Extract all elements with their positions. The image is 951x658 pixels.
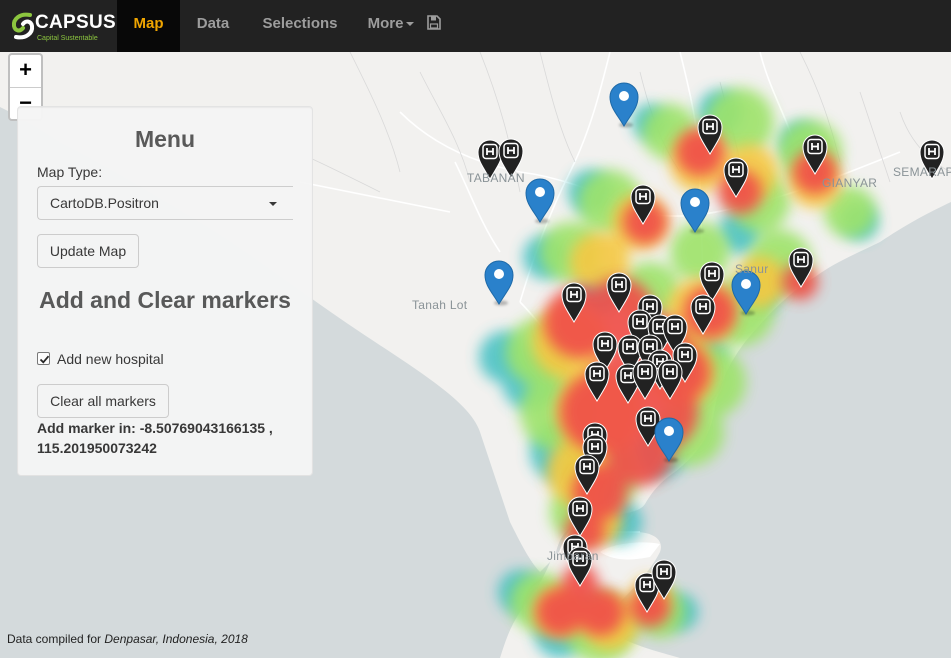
map-type-label: Map Type: [37,164,103,180]
checkmark-icon [39,355,50,364]
tab-data[interactable]: Data [184,0,242,52]
tab-selections[interactable]: Selections [251,0,349,52]
add-hospital-label: Add new hospital [57,351,164,367]
tab-map-label: Map [133,15,164,32]
tab-more-dropdown[interactable]: More [358,0,424,52]
map-label-jimbaran: Jimbaran [547,549,599,563]
map-label-tanah-lot: Tanah Lot [412,298,468,312]
tab-data-label: Data [196,15,230,32]
tab-selections-label: Selections [262,15,338,32]
brand-name: CAPSUS [35,12,116,33]
chevron-down-icon [406,22,415,27]
map-label-tabanan: TABANAN [467,171,525,185]
clear-all-markers-button[interactable]: Clear all markers [37,384,169,418]
add-hospital-checkbox[interactable] [37,352,50,365]
menu-title: Menu [134,126,196,152]
map-type-value: CartoDB.Positron [50,195,159,211]
map-label-sanur: Sanur [735,262,769,276]
heatmap-blob [576,588,624,636]
data-attribution: Data compiled for Denpasar, Indonesia, 2… [7,632,248,646]
floppy-disk-icon[interactable] [427,15,441,30]
capsus-logo[interactable]: CAPSUS Capital Sustentable [8,8,116,46]
brand-tagline: Capital Sustentable [37,35,98,42]
add-clear-markers-title: Add and Clear markers [39,287,291,313]
map-type-select[interactable]: CartoDB.Positron [37,186,293,220]
tab-map[interactable]: Map [117,0,180,52]
attribution-prefix: Data compiled for [7,632,105,646]
capsus-logo-mark-icon [11,12,35,40]
chevron-down-icon [269,202,277,206]
tab-more-label: More [367,15,404,32]
map-label-semarapura: SEMARAP [893,165,951,179]
add-marker-coordinates: Add marker in: -8.50769043166135 , 115.2… [37,420,273,456]
update-map-button[interactable]: Update Map [37,234,139,268]
zoom-in-button[interactable]: + [10,55,41,87]
top-navbar: CAPSUS Capital Sustentable Map Data Sele… [0,0,951,52]
menu-panel: Menu Map Type: CartoDB.Positron Update M… [17,106,313,476]
attribution-place: Denpasar, Indonesia, 2018 [104,632,248,646]
map-label-gianyar: GIANYAR [822,176,878,190]
